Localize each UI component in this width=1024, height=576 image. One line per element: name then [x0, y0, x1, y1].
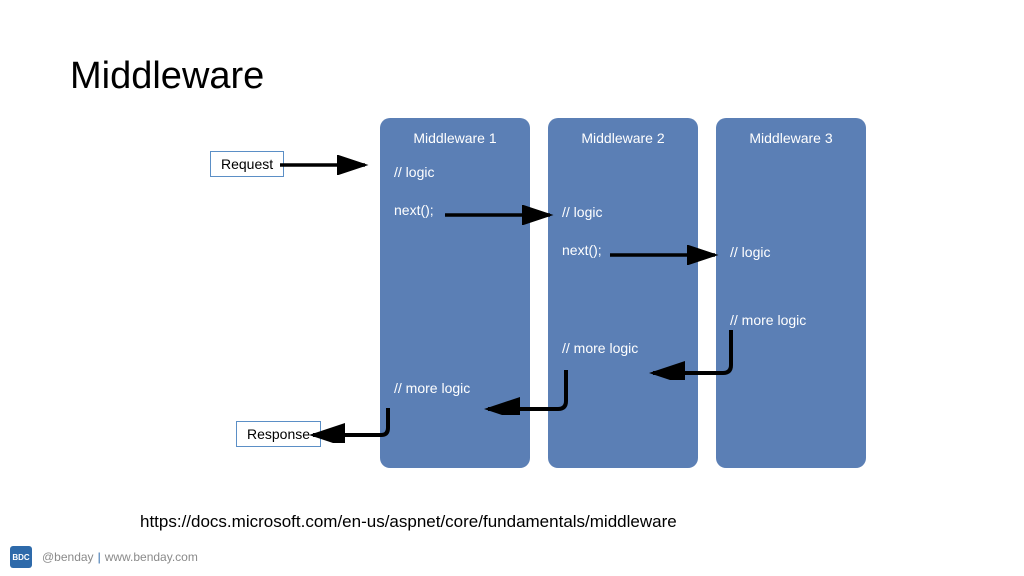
- footer-handle: @benday: [42, 550, 94, 564]
- bdc-logo: BDC: [10, 546, 32, 568]
- arrow-mw2-back-mw1: [478, 365, 573, 415]
- middleware-more-logic: // more logic: [562, 340, 638, 356]
- footer-separator: |: [98, 550, 101, 564]
- arrow-mw1-to-mw2: [440, 205, 560, 225]
- reference-url: https://docs.microsoft.com/en-us/aspnet/…: [140, 512, 677, 532]
- middleware-title: Middleware 1: [394, 130, 516, 146]
- middleware-logic: // logic: [730, 244, 852, 260]
- middleware-more-logic: // more logic: [730, 312, 852, 328]
- arrow-response-out: [303, 403, 393, 443]
- footer-site: www.benday.com: [105, 550, 198, 564]
- middleware-logic: // logic: [394, 164, 516, 180]
- middleware-title: Middleware 3: [730, 130, 852, 146]
- request-label: Request: [210, 151, 284, 177]
- middleware-diagram: Request Response Middleware 1 // logic n…: [0, 0, 1024, 576]
- arrow-mw3-back-mw2: [643, 325, 738, 380]
- middleware-box-1: Middleware 1 // logic next(); // more lo…: [380, 118, 530, 468]
- middleware-more-logic: // more logic: [394, 380, 470, 396]
- middleware-box-3: Middleware 3 // logic // more logic: [716, 118, 866, 468]
- middleware-title: Middleware 2: [562, 130, 684, 146]
- arrow-mw2-to-mw3: [605, 245, 725, 265]
- footer: BDC @benday | www.benday.com: [10, 546, 198, 568]
- middleware-box-2: Middleware 2 // logic next(); // more lo…: [548, 118, 698, 468]
- arrow-request-in: [275, 155, 375, 175]
- middleware-logic: // logic: [562, 204, 684, 220]
